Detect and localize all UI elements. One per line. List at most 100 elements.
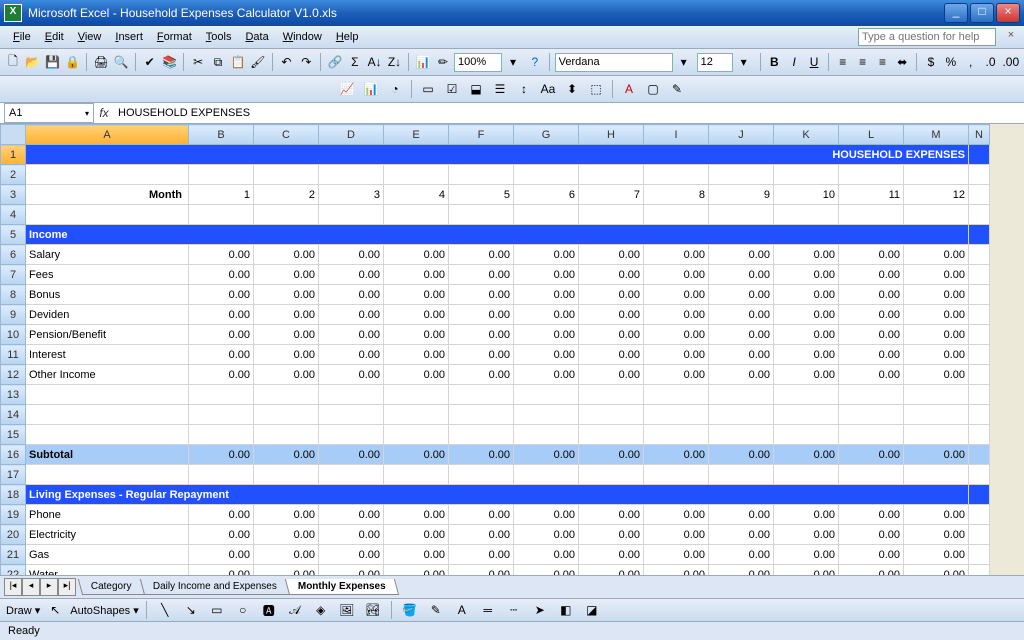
autoshapes-menu[interactable]: AutoShapes ▾: [70, 604, 139, 617]
menu-insert[interactable]: Insert: [108, 29, 150, 45]
maximize-button[interactable]: □: [970, 3, 994, 23]
cell[interactable]: 0.00: [254, 525, 319, 545]
cell[interactable]: [579, 385, 644, 405]
cell[interactable]: Water: [26, 565, 189, 576]
cell[interactable]: 0.00: [189, 505, 254, 525]
cell[interactable]: 0.00: [319, 505, 384, 525]
cell[interactable]: 0.00: [644, 345, 709, 365]
cell[interactable]: 0.00: [189, 445, 254, 465]
cell[interactable]: 0.00: [774, 525, 839, 545]
cell[interactable]: [514, 165, 579, 185]
cell[interactable]: [514, 465, 579, 485]
copy-icon[interactable]: ⧉: [209, 51, 227, 73]
cell[interactable]: 0.00: [254, 245, 319, 265]
cell[interactable]: [774, 405, 839, 425]
dropdown-icon[interactable]: ▾: [502, 51, 524, 73]
cell[interactable]: 0.00: [254, 565, 319, 576]
spinner-control-icon[interactable]: ↕: [513, 78, 535, 100]
cell[interactable]: 0.00: [319, 365, 384, 385]
cell[interactable]: 0.00: [774, 565, 839, 576]
cell[interactable]: [319, 385, 384, 405]
cell[interactable]: 0.00: [774, 545, 839, 565]
cell[interactable]: 0.00: [189, 245, 254, 265]
cell[interactable]: [254, 405, 319, 425]
cell[interactable]: [26, 465, 189, 485]
cell[interactable]: 0.00: [384, 265, 449, 285]
cell[interactable]: [254, 425, 319, 445]
textbox-icon[interactable]: 🅰: [258, 599, 280, 621]
cell[interactable]: 0.00: [384, 505, 449, 525]
drawing-icon[interactable]: ✏: [434, 51, 452, 73]
cell[interactable]: 0.00: [449, 525, 514, 545]
cell[interactable]: [839, 385, 904, 405]
titlebar[interactable]: X Microsoft Excel - Household Expenses C…: [0, 0, 1024, 26]
cell[interactable]: [774, 385, 839, 405]
cell[interactable]: 0.00: [644, 565, 709, 576]
cell[interactable]: [644, 465, 709, 485]
cell[interactable]: [969, 525, 990, 545]
cell[interactable]: 0.00: [189, 265, 254, 285]
cell[interactable]: [969, 405, 990, 425]
column-header[interactable]: A: [26, 125, 189, 145]
cell[interactable]: 0.00: [579, 325, 644, 345]
comma-icon[interactable]: ,: [962, 51, 980, 73]
arrow-icon[interactable]: ↘: [180, 599, 202, 621]
row-header[interactable]: 10: [1, 325, 26, 345]
cell[interactable]: 0.00: [319, 545, 384, 565]
tab-last-icon[interactable]: ▸|: [58, 578, 76, 596]
cell[interactable]: 0.00: [514, 545, 579, 565]
cell[interactable]: 0.00: [579, 265, 644, 285]
cell[interactable]: Phone: [26, 505, 189, 525]
cell[interactable]: [26, 385, 189, 405]
dec-decimal-icon[interactable]: .00: [1001, 51, 1020, 73]
cell[interactable]: [774, 465, 839, 485]
cell[interactable]: [774, 425, 839, 445]
currency-icon[interactable]: $: [922, 51, 940, 73]
cell[interactable]: [319, 205, 384, 225]
cell[interactable]: 0.00: [709, 525, 774, 545]
cell[interactable]: 0.00: [384, 325, 449, 345]
cell[interactable]: Gas: [26, 545, 189, 565]
cell[interactable]: 0.00: [514, 445, 579, 465]
cell[interactable]: [449, 425, 514, 445]
cell[interactable]: 0.00: [514, 345, 579, 365]
row-header[interactable]: 15: [1, 425, 26, 445]
cell[interactable]: [384, 385, 449, 405]
rectangle-icon[interactable]: ▭: [206, 599, 228, 621]
clipart-icon[interactable]: 🖼: [336, 599, 358, 621]
cell[interactable]: 0.00: [189, 325, 254, 345]
cell[interactable]: [774, 165, 839, 185]
cell[interactable]: 0.00: [709, 305, 774, 325]
fill-bucket-icon[interactable]: 🪣: [399, 599, 421, 621]
cell[interactable]: [969, 365, 990, 385]
cell[interactable]: 0.00: [254, 305, 319, 325]
cell[interactable]: [514, 425, 579, 445]
cell[interactable]: [709, 405, 774, 425]
cell[interactable]: 0.00: [904, 305, 969, 325]
cell[interactable]: Income: [26, 225, 969, 245]
row-header[interactable]: 14: [1, 405, 26, 425]
cell[interactable]: 0.00: [514, 325, 579, 345]
cell[interactable]: [969, 145, 990, 165]
cell[interactable]: [969, 465, 990, 485]
cell[interactable]: Living Expenses - Regular Repayment: [26, 485, 969, 505]
cell[interactable]: [969, 225, 990, 245]
row-header[interactable]: 5: [1, 225, 26, 245]
cell[interactable]: Pension/Benefit: [26, 325, 189, 345]
cell[interactable]: 0.00: [514, 265, 579, 285]
cell[interactable]: 0.00: [449, 265, 514, 285]
arrow-style-icon[interactable]: ➤: [529, 599, 551, 621]
row-header[interactable]: 21: [1, 545, 26, 565]
sheet-tab[interactable]: Category: [78, 579, 145, 595]
cell[interactable]: 0.00: [644, 505, 709, 525]
row-header[interactable]: 8: [1, 285, 26, 305]
column-header[interactable]: H: [579, 125, 644, 145]
cell[interactable]: [189, 165, 254, 185]
cell[interactable]: 0.00: [319, 245, 384, 265]
cell[interactable]: 0.00: [514, 505, 579, 525]
formula-bar[interactable]: HOUSEHOLD EXPENSES: [114, 107, 1024, 119]
cell[interactable]: Bonus: [26, 285, 189, 305]
column-header[interactable]: K: [774, 125, 839, 145]
cell[interactable]: [969, 205, 990, 225]
cell[interactable]: [969, 285, 990, 305]
